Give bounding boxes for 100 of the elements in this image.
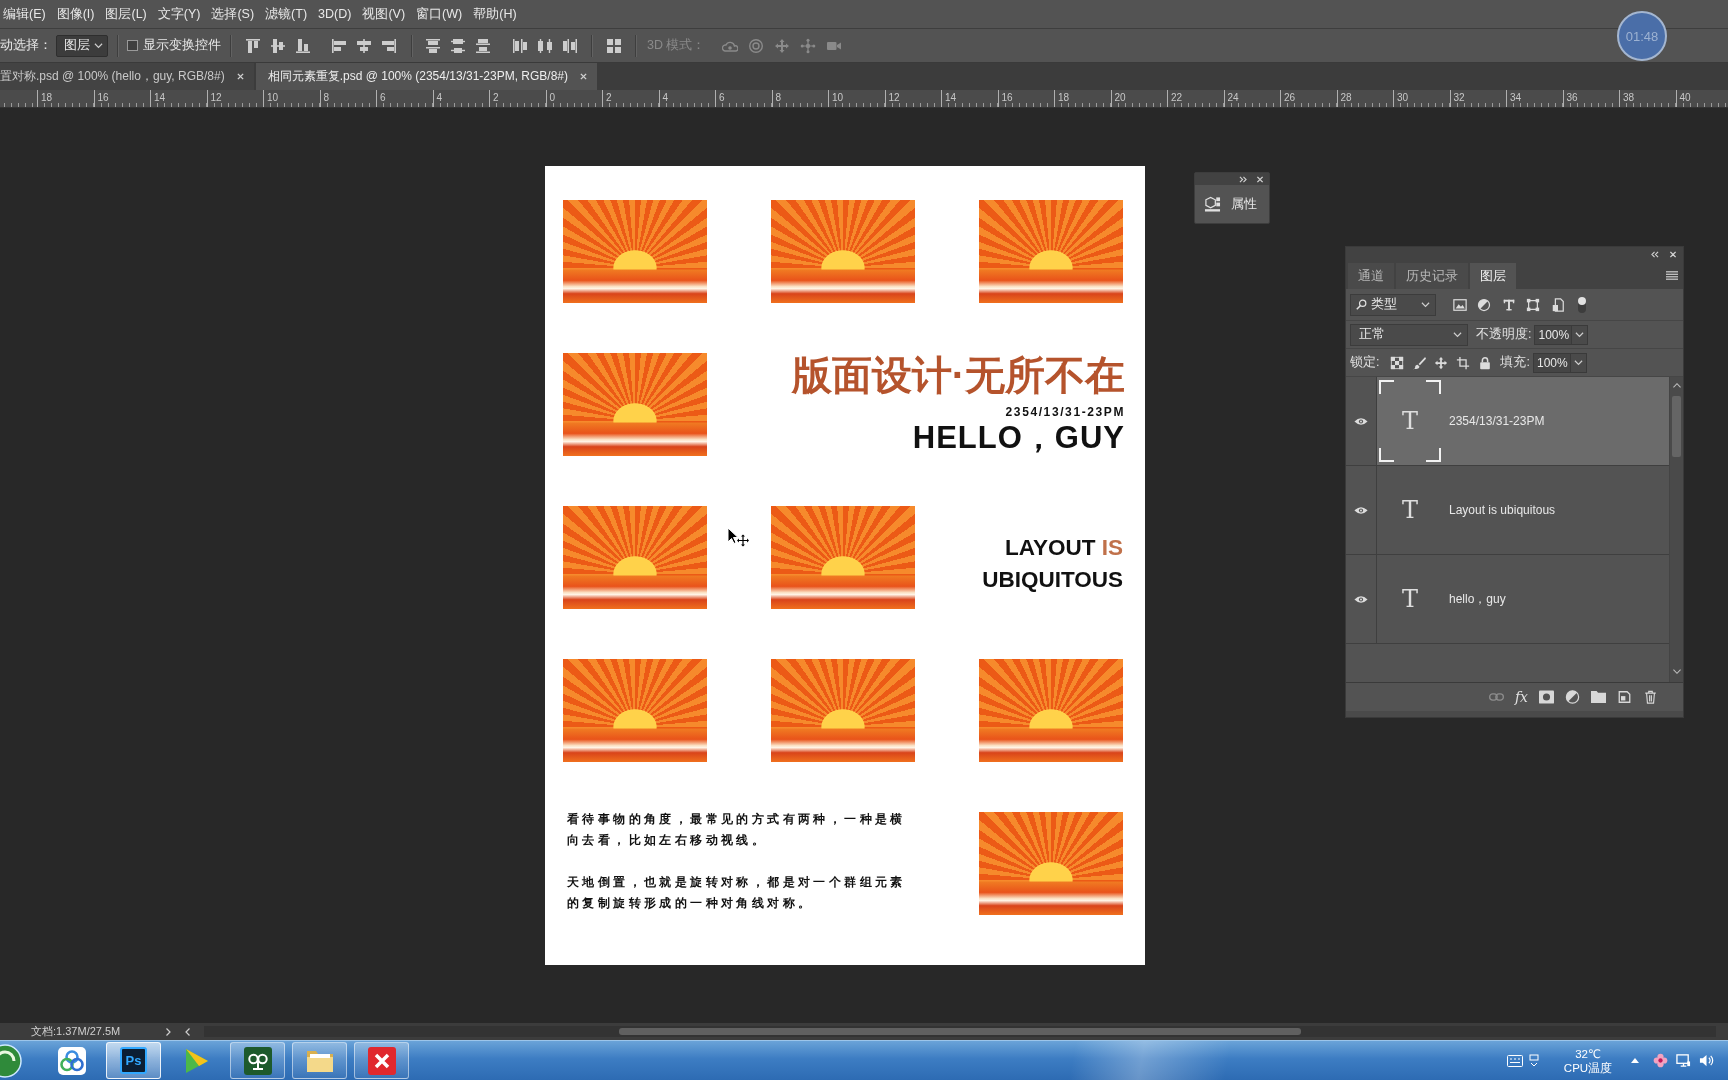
effects-button[interactable]: fx xyxy=(1514,689,1528,705)
ruler-label: 34 xyxy=(1509,91,1522,104)
close-icon[interactable] xyxy=(1669,250,1677,258)
trash-icon[interactable] xyxy=(1643,690,1658,704)
distribute-left-icon[interactable] xyxy=(511,37,528,54)
menu-item[interactable]: 选择(S) xyxy=(211,5,255,23)
opacity-field[interactable]: 100% xyxy=(1534,324,1573,345)
document-tab[interactable]: 相同元素重复.psd @ 100% (2354/13/31-23PM, RGB/8#) xyxy=(255,63,598,90)
chevron-icon xyxy=(1575,331,1585,338)
fill-field[interactable]: 100% xyxy=(1532,352,1571,373)
window-arrow-icon[interactable] xyxy=(1529,1053,1539,1068)
align-left-icon[interactable] xyxy=(331,37,347,54)
menu-item[interactable]: 滤镜(T) xyxy=(265,5,308,23)
folder-icon[interactable] xyxy=(1591,690,1606,704)
menu-item[interactable]: 视图(V) xyxy=(362,5,406,23)
document-icon[interactable] xyxy=(1550,297,1565,312)
greeting-heading: HELLO，GUY xyxy=(912,421,1125,455)
align-right-icon[interactable] xyxy=(381,37,397,54)
type-icon[interactable] xyxy=(1501,297,1516,312)
panel-tab[interactable]: 历史记录 xyxy=(1396,263,1468,289)
chevron-left-icon[interactable] xyxy=(185,1027,190,1036)
distribute-top-icon[interactable] xyxy=(425,37,441,54)
align-center-icon[interactable] xyxy=(356,37,372,54)
auto-align-icon[interactable] xyxy=(605,37,622,54)
ruler-label: 2 xyxy=(605,91,612,104)
close-icon[interactable] xyxy=(580,73,588,80)
artboard-icon[interactable] xyxy=(1456,355,1471,370)
ruler-label: 20 xyxy=(1113,91,1126,104)
ruler-label: 12 xyxy=(209,91,222,104)
align-middle-icon[interactable] xyxy=(269,37,286,54)
checkbox[interactable] xyxy=(127,40,138,51)
distribute-middle-icon[interactable] xyxy=(450,37,466,54)
close-icon[interactable] xyxy=(236,73,244,80)
body-paragraph: 天地倒置，也就是旋转对称，都是对一个群组元素的复制旋转形成的一种对角线对称。 xyxy=(567,874,907,912)
opacity-label: 不透明度: xyxy=(1476,326,1532,343)
double-chevron-icon[interactable] xyxy=(1651,250,1659,258)
vertical-scrollbar[interactable] xyxy=(1669,377,1683,682)
horizontal-scrollbar[interactable] xyxy=(204,1026,1716,1037)
lock-icon[interactable] xyxy=(1478,355,1493,370)
distribute-center-icon[interactable] xyxy=(536,37,553,54)
half-circle-icon[interactable] xyxy=(1477,297,1491,312)
eye-icon[interactable] xyxy=(1354,505,1368,515)
chevron-right-icon[interactable] xyxy=(166,1027,171,1036)
half-circle-icon[interactable] xyxy=(1565,690,1580,704)
menu-icon[interactable] xyxy=(1666,270,1678,280)
distribute-bottom-icon[interactable] xyxy=(475,37,491,54)
auto-select-dropdown[interactable]: 图层 xyxy=(56,34,108,57)
checkerboard-icon[interactable] xyxy=(1390,355,1405,370)
image-icon[interactable] xyxy=(1452,297,1467,312)
speaker-icon[interactable] xyxy=(1699,1053,1714,1068)
start-button[interactable] xyxy=(0,1043,22,1078)
taskbar-button[interactable] xyxy=(230,1042,285,1079)
transform-box-icon[interactable] xyxy=(1526,297,1540,312)
blend-mode-dropdown[interactable]: 正常 xyxy=(1350,323,1468,346)
distribute-right-icon[interactable] xyxy=(561,37,578,54)
menu-item[interactable]: 窗口(W) xyxy=(416,5,463,23)
caret-down-icon[interactable] xyxy=(1672,669,1681,674)
eye-icon[interactable] xyxy=(1354,594,1368,604)
caret-up-icon[interactable] xyxy=(1631,1058,1639,1063)
taskbar-button[interactable] xyxy=(292,1042,347,1079)
move-cursor-icon xyxy=(727,527,749,547)
menu-item[interactable]: 3D(D) xyxy=(318,7,352,21)
cross-icon xyxy=(367,1046,396,1075)
taskbar-button[interactable] xyxy=(354,1042,409,1079)
keyboard-icon[interactable] xyxy=(1507,1054,1523,1067)
menu-item[interactable]: 图像(I) xyxy=(56,5,95,23)
ruler-label: 40 xyxy=(1678,91,1691,104)
flower-icon[interactable] xyxy=(1653,1053,1668,1068)
rings-icon xyxy=(57,1046,86,1075)
menu-item[interactable]: 图层(L) xyxy=(105,5,147,23)
panel-tab[interactable]: 通道 xyxy=(1348,263,1394,289)
ruler-label: 38 xyxy=(1622,91,1635,104)
layer-name: hello，guy xyxy=(1449,590,1506,608)
scrollbar-thumb[interactable] xyxy=(1672,396,1681,457)
toggle-icon[interactable] xyxy=(1576,295,1587,314)
menu-item[interactable]: 编辑(E) xyxy=(3,5,46,23)
menu-item[interactable]: 文字(Y) xyxy=(157,5,201,23)
double-chevron-icon[interactable] xyxy=(1239,175,1247,183)
move-icon[interactable] xyxy=(1434,355,1449,370)
menu-item[interactable]: 帮助(H) xyxy=(473,5,517,23)
ruler-label: 10 xyxy=(266,91,279,104)
taskbar-button[interactable]: Ps xyxy=(106,1042,161,1079)
mask-icon[interactable] xyxy=(1539,690,1554,704)
caret-up-icon[interactable] xyxy=(1672,383,1681,388)
layer-filter-dropdown[interactable]: 类型 xyxy=(1350,293,1436,316)
document-tab[interactable]: 置对称.psd @ 100% (hello，guy, RGB/8#) xyxy=(0,63,254,90)
close-icon[interactable] xyxy=(1256,175,1264,183)
eye-icon[interactable] xyxy=(1354,416,1368,426)
checkbox-label[interactable]: 显示变换控件 xyxy=(143,37,221,54)
new-layer-icon[interactable] xyxy=(1617,690,1632,704)
panel-tab[interactable]: 图层 xyxy=(1470,263,1516,289)
monitor-icon[interactable] xyxy=(1676,1053,1691,1068)
brush-icon[interactable] xyxy=(1412,355,1427,370)
align-top-icon[interactable] xyxy=(244,37,261,54)
node-cross-icon[interactable] xyxy=(800,37,817,54)
properties-button[interactable]: 属性 xyxy=(1204,195,1257,213)
ruler-label: 10 xyxy=(831,91,844,104)
align-bottom-icon[interactable] xyxy=(294,37,311,54)
scrollbar-thumb[interactable] xyxy=(619,1028,1301,1035)
dropdown-button[interactable] xyxy=(1572,324,1589,345)
